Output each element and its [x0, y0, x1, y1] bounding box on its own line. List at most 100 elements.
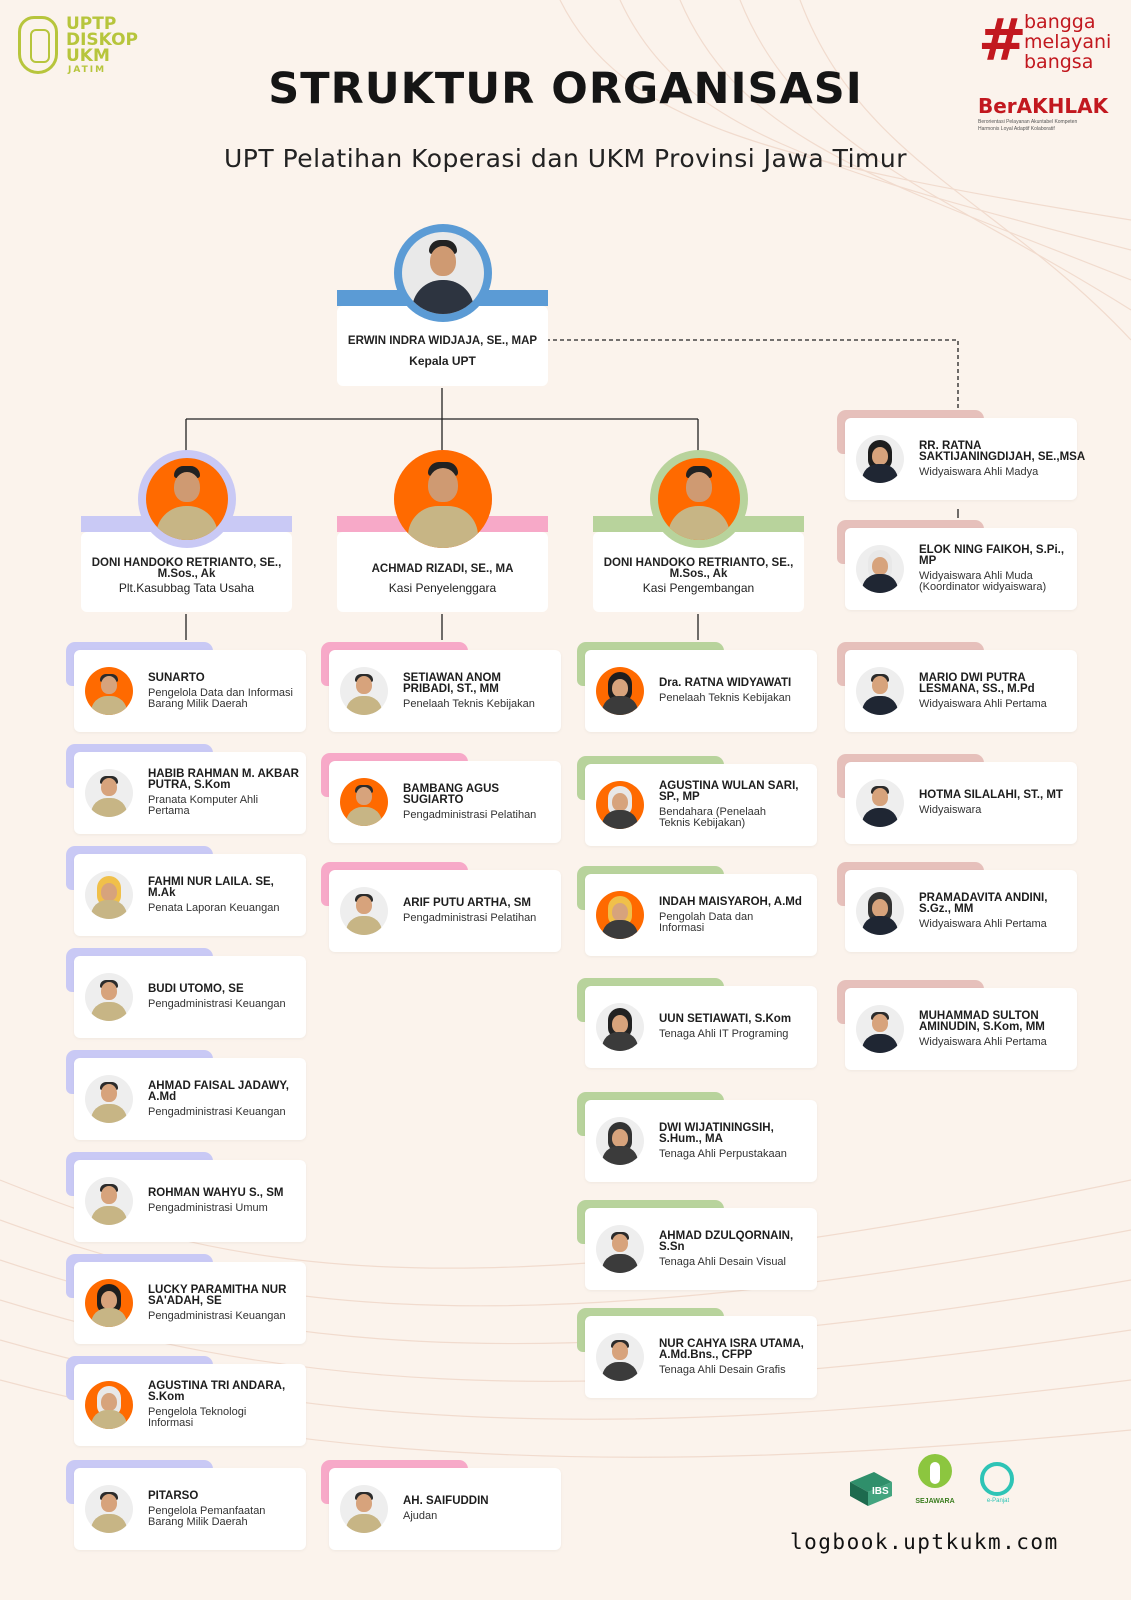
staff-name: S.Gz., MM [919, 903, 974, 915]
staff-photo [596, 1225, 644, 1273]
staff-name: LESMANA, SS., M.Pd [919, 683, 1035, 695]
sejawara-leaf-icon [930, 1462, 940, 1484]
staff-role: Pertama [148, 805, 190, 817]
head-photo [402, 232, 484, 314]
e-panjat-text: e-Panjat [986, 1498, 1010, 1504]
staff-name: SAKTIJANINGDIJAH, SE.,MSA [919, 451, 1086, 463]
staff-photo [340, 778, 388, 826]
staff-photo [85, 973, 133, 1021]
staff-name: INDAH MAISYAROH, A.Md [659, 896, 802, 908]
staff-photo [856, 435, 904, 483]
staff-name: S.Sn [659, 1241, 685, 1253]
staff-photo [596, 781, 644, 829]
staff-name: AMINUDIN, S.Kom, MM [919, 1021, 1045, 1033]
staff-photo [85, 1485, 133, 1533]
staff-role: Tenaga Ahli Desain Visual [659, 1256, 786, 1268]
staff-role: Tenaga Ahli IT Programing [659, 1028, 789, 1040]
staff-name: ROHMAN WAHYU S., SM [148, 1187, 284, 1199]
staff-name: ARIF PUTU ARTHA, SM [403, 897, 531, 909]
berakhlak-tagline-2: Harmonis Loyal Adaptif Kolaboratif [978, 126, 1055, 132]
staff-role: Tenaga Ahli Perpustakaan [659, 1148, 787, 1160]
page-subtitle: UPT Pelatihan Koperasi dan UKM Provinsi … [223, 144, 908, 173]
staff-name: MP [919, 555, 937, 567]
staff-role: Pengadministrasi Pelatihan [403, 912, 537, 924]
head-name: ERWIN INDRA WIDJAJA, SE., MAP [347, 335, 538, 347]
sejawara-logo: SEJAWARA [910, 1454, 960, 1512]
staff-role: Pengadministrasi Umum [148, 1202, 268, 1214]
staff-name: A.Md [148, 1091, 177, 1103]
division-name-line-2: M.Sos., Ak [157, 568, 216, 580]
staff-name: S.Kom [148, 1391, 185, 1403]
ibs-logo-text: IBS [872, 1486, 889, 1497]
staff-name: PITARSO [148, 1490, 199, 1502]
division-role: Kasi Penyelenggara [388, 581, 497, 595]
division-photo [146, 458, 228, 540]
slogan-word-2: melayani [1024, 31, 1112, 53]
berakhlak-tagline-1: Berorientasi Pelayanan Akuntabel Kompete… [978, 119, 1078, 125]
staff-role: Pengadministrasi Keuangan [148, 1310, 286, 1322]
staff-role: Widyaiswara Ahli Pertama [919, 698, 1047, 710]
staff-photo [596, 1003, 644, 1051]
staff-name: Dra. RATNA WIDYAWATI [659, 677, 792, 689]
staff-photo [856, 545, 904, 593]
staff-photo [596, 891, 644, 939]
staff-role: Informasi [659, 922, 705, 934]
staff-name: AH. SAIFUDDIN [403, 1495, 489, 1507]
e-panjat-icon [980, 1462, 1014, 1496]
division-name-line-1: ACHMAD RIZADI, SE., MA [371, 563, 514, 575]
staff-role: Teknis Kebijakan) [659, 817, 746, 829]
staff-role: (Koordinator widyaiswara) [919, 581, 1047, 593]
staff-role: Barang Milik Daerah [148, 1516, 248, 1528]
website-url: logbook.uptkukm.com [790, 1530, 1059, 1554]
staff-photo [85, 1177, 133, 1225]
staff-name: SUGIARTO [403, 794, 464, 806]
slogan-word-3: bangsa [1024, 51, 1094, 73]
staff-photo [856, 667, 904, 715]
staff-role: Widyaiswara Ahli Pertama [919, 918, 1047, 930]
ibs-logo: IBS [848, 1470, 894, 1508]
staff-photo [340, 667, 388, 715]
staff-photo [85, 1381, 133, 1429]
staff-role: Ajudan [403, 1510, 438, 1522]
division-name-line-2: M.Sos., Ak [669, 568, 728, 580]
bangga-melayani-bangsa-logo: # bangga melayani bangsa [978, 10, 1123, 76]
e-panjat-logo: e-Panjat [976, 1462, 1020, 1508]
staff-role: Tenaga Ahli Desain Grafis [659, 1364, 786, 1376]
logo-line-3: UKM [66, 46, 110, 66]
staff-name: PUTRA, S.Kom [148, 779, 231, 791]
staff-name: SA'ADAH, SE [148, 1295, 222, 1307]
berakhlak-logo: BerAKHLAK Berorientasi Pelayanan Akuntab… [978, 94, 1118, 132]
staff-photo [85, 769, 133, 817]
staff-photo [856, 887, 904, 935]
slogan-word-1: bangga [1024, 11, 1096, 33]
staff-role: Pengadministrasi Keuangan [148, 1106, 286, 1118]
staff-photo [340, 1485, 388, 1533]
staff-photo [340, 887, 388, 935]
sejawara-text: SEJAWARA [915, 1498, 955, 1505]
division-role: Kasi Pengembangan [642, 581, 755, 595]
staff-photo [856, 779, 904, 827]
staff-photo [85, 1279, 133, 1327]
staff-role: Penelaah Teknis Kebijakan [403, 698, 535, 710]
staff-role: Penata Laporan Keuangan [148, 902, 280, 914]
staff-photo [596, 1333, 644, 1381]
head-role: Kepala UPT [409, 354, 476, 368]
division-role: Plt.Kasubbag Tata Usaha [118, 581, 255, 595]
staff-name: ELOK NING FAIKOH, S.Pi., [919, 544, 1065, 556]
staff-role: Widyaiswara Ahli Madya [919, 466, 1039, 478]
staff-role: Pengadministrasi Pelatihan [403, 809, 537, 821]
staff-name: HOTMA SILALAHI, ST., MT [919, 789, 1063, 801]
staff-role: Widyaiswara Ahli Pertama [919, 1036, 1047, 1048]
staff-name: UUN SETIAWATI, S.Kom [659, 1013, 792, 1025]
staff-role: Penelaah Teknis Kebijakan [659, 692, 791, 704]
hashtag-icon: # [978, 6, 1027, 74]
staff-photo [596, 667, 644, 715]
berakhlak-wordmark: BerAKHLAK [978, 94, 1109, 118]
staff-name: SUNARTO [148, 672, 205, 684]
staff-role: Barang Milik Daerah [148, 698, 248, 710]
staff-role: Widyaiswara [919, 804, 982, 816]
staff-photo [856, 1005, 904, 1053]
division-photo [658, 458, 740, 540]
staff-name: PRIBADI, ST., MM [403, 683, 499, 695]
staff-role: Informasi [148, 1417, 194, 1429]
